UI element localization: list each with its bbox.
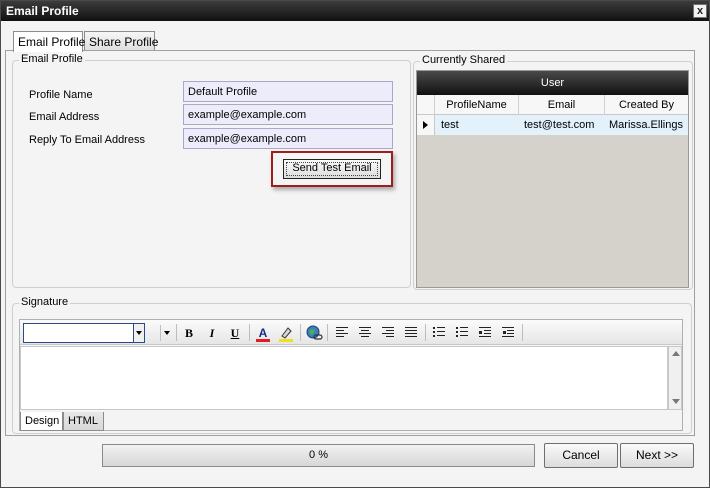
cell-profile-name[interactable]: test xyxy=(437,115,517,135)
globe-link-icon xyxy=(306,325,323,340)
scroll-up-icon[interactable] xyxy=(669,347,681,361)
toolbar-separator xyxy=(176,324,177,341)
table-row[interactable]: test test@test.com Marissa.Ellings xyxy=(417,115,688,135)
scroll-down-icon[interactable] xyxy=(669,395,681,409)
insert-link-button[interactable] xyxy=(305,324,323,342)
email-profile-group-legend: Email Profile xyxy=(19,53,85,65)
indent-icon[interactable] xyxy=(502,327,514,338)
align-left-icon[interactable] xyxy=(336,327,348,338)
signature-group-legend: Signature xyxy=(19,296,71,308)
outdent-icon[interactable] xyxy=(479,327,491,338)
signature-edit-area[interactable] xyxy=(20,346,668,410)
bold-button[interactable]: B xyxy=(180,324,198,342)
profile-name-input[interactable] xyxy=(183,81,393,102)
highlighter-icon xyxy=(279,327,293,342)
font-color-button[interactable]: A xyxy=(254,324,272,342)
bulleted-list-icon[interactable] xyxy=(456,327,468,338)
font-color-bar-icon xyxy=(256,339,270,342)
current-row-arrow-icon xyxy=(423,121,428,129)
next-button[interactable]: Next >> xyxy=(620,443,694,468)
align-right-icon[interactable] xyxy=(382,327,394,338)
currently-shared-group-legend: Currently Shared xyxy=(420,54,508,66)
italic-button[interactable]: I xyxy=(203,324,221,342)
reply-to-email-label: Reply To Email Address xyxy=(29,134,145,146)
progress-bar: 0 % xyxy=(102,444,535,467)
signature-scrollbar[interactable] xyxy=(668,346,682,410)
shared-users-grid: User ProfileName Email Created By test t… xyxy=(416,70,689,288)
grid-group-header-user: User xyxy=(417,71,688,95)
cancel-button[interactable]: Cancel xyxy=(544,443,618,468)
toolbar-separator xyxy=(300,324,301,341)
email-address-input[interactable] xyxy=(183,104,393,125)
column-header-email[interactable]: Email xyxy=(519,95,605,115)
email-profile-window: Email Profile x Email Profile Share Prof… xyxy=(0,0,710,488)
toolbar-separator xyxy=(522,324,523,341)
align-justify-icon[interactable] xyxy=(405,327,417,338)
column-header-created-by[interactable]: Created By xyxy=(605,95,688,115)
reply-to-email-input[interactable] xyxy=(183,128,393,149)
font-name-combo[interactable] xyxy=(23,323,145,343)
email-address-label: Email Address xyxy=(29,111,100,123)
editor-toolbar: B I U A xyxy=(20,320,682,345)
tab-share-profile[interactable]: Share Profile xyxy=(84,31,158,51)
close-button[interactable]: x xyxy=(693,4,707,18)
grid-column-headers: ProfileName Email Created By xyxy=(417,95,688,115)
title-bar: Email Profile x xyxy=(1,1,709,21)
column-header-profile-name[interactable]: ProfileName xyxy=(435,95,519,115)
window-title: Email Profile xyxy=(6,4,79,18)
toolbar-separator xyxy=(327,324,328,341)
row-indicator[interactable] xyxy=(417,115,435,135)
tab-email-profile[interactable]: Email Profile xyxy=(13,31,85,52)
signature-editor: B I U A Design HTML xyxy=(19,319,683,431)
font-dropdown-chevron-icon[interactable] xyxy=(133,324,144,342)
profile-name-label: Profile Name xyxy=(29,89,93,101)
font-color-a-icon: A xyxy=(258,326,268,340)
tab-design[interactable]: Design xyxy=(20,412,63,431)
toolbar-separator xyxy=(249,324,250,341)
send-test-email-button[interactable]: Send Test Email xyxy=(283,159,381,179)
send-test-email-highlight: Send Test Email xyxy=(271,151,393,187)
toolbar-separator xyxy=(425,324,426,341)
progress-text: 0 % xyxy=(309,449,328,461)
numbered-list-icon[interactable] xyxy=(433,327,445,338)
cell-email[interactable]: test@test.com xyxy=(520,115,605,135)
highlight-color-button[interactable] xyxy=(277,324,295,342)
underline-button[interactable]: U xyxy=(226,324,244,342)
grid-corner-cell xyxy=(417,95,435,115)
tab-html[interactable]: HTML xyxy=(63,412,104,431)
align-center-icon[interactable] xyxy=(359,327,371,338)
font-size-dropdown-chevron-icon[interactable] xyxy=(160,325,171,341)
cell-created-by[interactable]: Marissa.Ellings xyxy=(605,115,688,135)
